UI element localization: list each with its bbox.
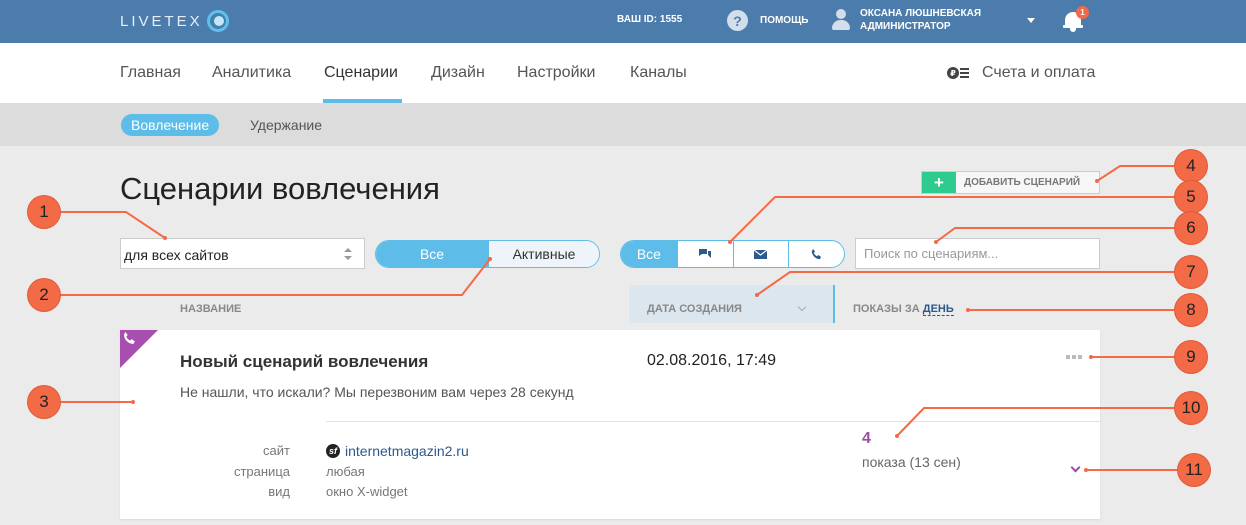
column-date-label: ДАТА СОЗДАНИЯ	[647, 303, 742, 315]
notifications-badge: 1	[1076, 6, 1089, 19]
meta-label-site: сайт	[263, 443, 290, 458]
user-menu-caret-icon[interactable]	[1027, 18, 1035, 23]
callout-1: 1	[28, 196, 60, 228]
meta-label-view: вид	[268, 484, 290, 499]
meta-label-page: страница	[233, 464, 290, 479]
top-bar: LIVETEX ВАШ ID: 1555 ? ПОМОЩЬ ОКСАНА ЛЮШ…	[0, 0, 1246, 43]
status-filter-all[interactable]: Все	[376, 241, 488, 267]
page-title: Сценарии вовлечения	[120, 171, 440, 206]
user-avatar-icon	[830, 7, 852, 31]
callout-4: 4	[1175, 150, 1207, 182]
user-name: ОКСАНА ЛЮШНЕВСКАЯ	[860, 8, 982, 19]
callout-5: 5	[1175, 181, 1207, 213]
status-filter: Все Активные	[375, 240, 600, 268]
user-role: АДМИНИСТРАТОР	[860, 21, 951, 32]
help-link[interactable]: ? ПОМОЩЬ	[727, 10, 808, 31]
callout-10: 10	[1175, 392, 1207, 424]
select-arrows-icon	[344, 248, 352, 260]
callout-9: 9	[1175, 341, 1207, 373]
scenario-description: Не нашли, что искали? Мы перезвоним вам …	[180, 384, 574, 400]
callout-8: 8	[1175, 294, 1207, 326]
card-divider	[326, 421, 1100, 422]
nav-item-channels[interactable]: Каналы	[630, 64, 687, 82]
channel-filter-all[interactable]: Все	[621, 241, 677, 267]
livetex-logo[interactable]: LIVETEX	[120, 8, 229, 34]
help-label: ПОМОЩЬ	[760, 15, 809, 26]
add-scenario-label: ДОБАВИТЬ СЦЕНАРИЙ	[964, 177, 1081, 188]
sub-nav: Вовлечение Удержание	[0, 103, 1246, 146]
scenario-menu-icon[interactable]	[1066, 355, 1082, 359]
phone-icon	[811, 248, 822, 259]
column-shows-header: ПОКАЗЫ ЗА ДЕНЬ	[853, 303, 954, 316]
sort-chevron-icon	[797, 302, 807, 312]
phone-icon	[123, 332, 135, 345]
callout-6: 6	[1175, 212, 1207, 244]
status-filter-active[interactable]: Активные	[488, 241, 599, 267]
billing-label: Счета и оплата	[982, 64, 1096, 81]
nav-item-scenarios[interactable]: Сценарии	[324, 64, 398, 82]
mail-icon	[754, 249, 768, 259]
nav-item-analytics[interactable]: Аналитика	[212, 64, 291, 82]
scenario-view: окно X-widget	[326, 484, 408, 499]
channel-filter: Все	[620, 240, 845, 268]
channel-filter-chat[interactable]	[676, 241, 733, 267]
nav-item-design[interactable]: Дизайн	[431, 64, 485, 82]
callout-line-1	[60, 211, 166, 239]
callout-3: 3	[28, 386, 60, 418]
site-select-value: для всех сайтов	[124, 247, 229, 263]
channel-filter-mail[interactable]	[732, 241, 789, 267]
scenario-title[interactable]: Новый сценарий вовлечения	[180, 352, 428, 372]
callout-line-4	[1096, 165, 1175, 182]
callout-2: 2	[28, 279, 60, 311]
scenario-created-date: 02.08.2016, 17:49	[647, 352, 777, 369]
site-favicon-icon: sf	[326, 444, 340, 458]
chat-icon	[699, 249, 712, 258]
callout-7: 7	[1175, 256, 1207, 288]
callout-11: 11	[1178, 454, 1210, 486]
scenario-page: любая	[326, 464, 365, 479]
expand-chevron-icon[interactable]	[1070, 462, 1081, 473]
plus-icon: +	[922, 172, 956, 193]
shows-count: 4	[862, 430, 871, 447]
billing-link[interactable]: ₽ Счета и оплата	[947, 64, 1095, 82]
nav-item-home[interactable]: Главная	[120, 64, 181, 82]
callout-line-5	[729, 196, 1175, 243]
account-id: ВАШ ID: 1555	[617, 14, 683, 25]
column-shows-label: ПОКАЗЫ ЗА	[853, 303, 920, 315]
scenario-site-link[interactable]: sf internetmagazin2.ru	[326, 443, 469, 459]
logo-text: LIVETEX	[120, 12, 203, 30]
site-select[interactable]: для всех сайтов	[120, 238, 365, 269]
shows-caption: показа (13 сен)	[862, 454, 961, 470]
main-nav: Главная Аналитика Сценарии Дизайн Настро…	[0, 43, 1246, 103]
nav-item-settings[interactable]: Настройки	[517, 64, 595, 82]
user-menu[interactable]: ОКСАНА ЛЮШНЕВСКАЯ АДМИНИСТРАТОР	[830, 7, 981, 33]
channel-filter-phone[interactable]	[788, 241, 844, 267]
column-name-header[interactable]: НАЗВАНИЕ	[180, 303, 241, 315]
add-scenario-button[interactable]: + ДОБАВИТЬ СЦЕНАРИЙ	[921, 171, 1100, 194]
scenario-site: internetmagazin2.ru	[345, 443, 469, 459]
logo-mark-icon	[206, 10, 229, 32]
column-date-header[interactable]: ДАТА СОЗДАНИЯ	[629, 285, 835, 323]
shows-period-toggle[interactable]: ДЕНЬ	[922, 303, 954, 316]
subtab-engagement[interactable]: Вовлечение	[121, 114, 220, 136]
subtab-retention[interactable]: Удержание	[250, 114, 322, 136]
scenario-search-input[interactable]	[855, 238, 1100, 269]
scenario-card[interactable]: Новый сценарий вовлечения 02.08.2016, 17…	[120, 330, 1100, 519]
help-icon: ?	[727, 10, 748, 31]
billing-icon: ₽	[947, 66, 969, 80]
